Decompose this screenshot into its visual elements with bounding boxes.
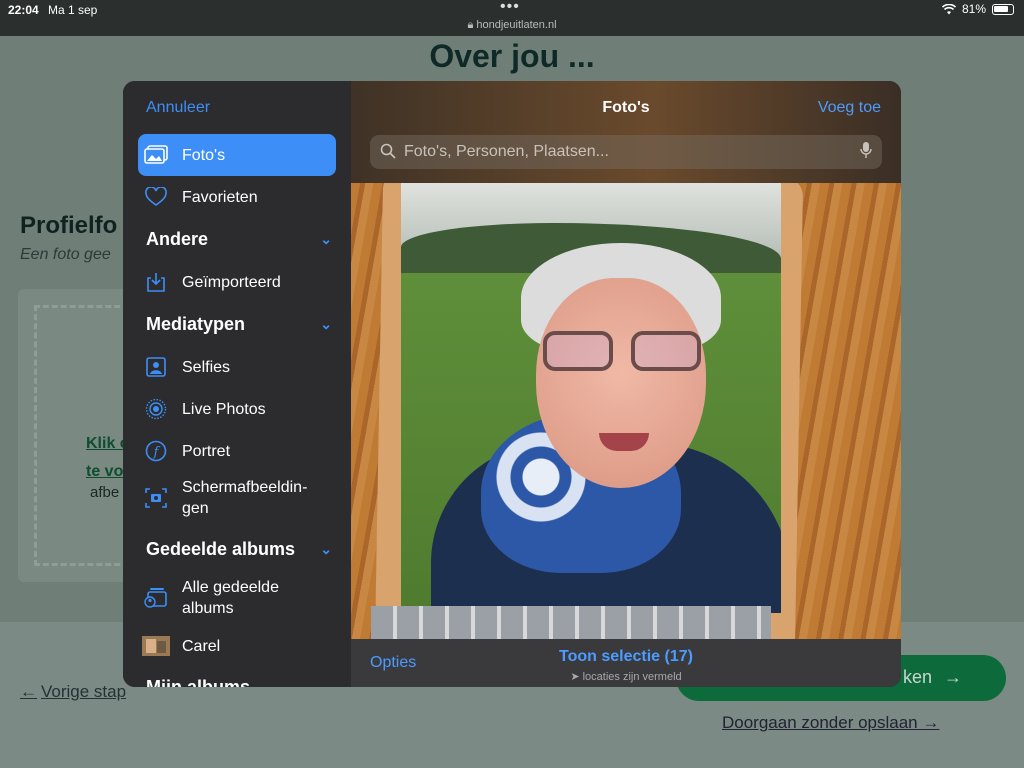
wifi-icon [941, 3, 956, 14]
phone-thumbnail-strip [371, 606, 771, 639]
sidebar-item-screenshots[interactable]: Schermafbeeldin- gen [138, 477, 336, 519]
sidebar-item-carel[interactable]: Carel [138, 625, 336, 667]
location-note: ➤ locaties zijn vermeld [570, 671, 682, 683]
sidebar-item-favorites[interactable]: Favorieten [138, 176, 336, 218]
svg-text:f: f [153, 445, 161, 460]
sidebar-item-live-photos[interactable]: Live Photos [138, 388, 336, 430]
section-shared-albums[interactable]: Gedeelde albums ⌄ [146, 539, 332, 560]
picker-bottom-bar: Opties Toon selectie (17) ➤ locaties zij… [351, 639, 901, 687]
selected-photo[interactable] [351, 183, 901, 639]
cancel-button[interactable]: Annuleer [146, 99, 210, 117]
album-thumbnail [138, 636, 174, 656]
arrow-right-icon: → [922, 713, 940, 732]
url-text: hondjeuitlaten.nl [476, 19, 557, 31]
live-photos-icon [138, 398, 174, 420]
screenshot-icon [138, 488, 174, 508]
status-bar: 22:04 Ma 1 sep ••• 🔒︎ hondjeuitlaten.nl … [0, 0, 1024, 36]
selfie-icon [138, 357, 174, 377]
sidebar-item-selfies[interactable]: Selfies [138, 346, 336, 388]
search-field[interactable]: Foto's, Personen, Plaatsen... [370, 135, 882, 169]
phone-screen-photo [401, 183, 781, 613]
microphone-icon[interactable] [860, 141, 872, 164]
sidebar-item-imported[interactable]: Geïmporteerd [138, 261, 336, 303]
add-button[interactable]: Voeg toe [818, 99, 881, 117]
profile-photo-subtitle: Een foto gee [20, 246, 111, 263]
sidebar-item-portrait[interactable]: f Portret [138, 430, 336, 472]
chevron-down-icon: ⌄ [320, 316, 332, 332]
picker-topbar: Foto's Voeg toe Foto's, Personen, Plaats… [351, 81, 901, 183]
save-button-label: ken [902, 667, 932, 687]
sidebar-item-photos[interactable]: Foto's [138, 134, 336, 176]
chevron-down-icon: ⌄ [320, 679, 332, 687]
arrow-left-icon: ← [20, 682, 37, 701]
search-icon [380, 143, 396, 162]
heart-icon [138, 187, 174, 207]
import-icon [138, 271, 174, 293]
picker-content: Foto's Voeg toe Foto's, Personen, Plaats… [351, 81, 901, 687]
search-placeholder: Foto's, Personen, Plaatsen... [404, 143, 609, 160]
lock-icon: 🔒︎ [467, 19, 474, 31]
profile-photo-title: Profielfo [20, 212, 118, 239]
chevron-down-icon: ⌄ [320, 541, 332, 557]
status-time: 22:04 [8, 3, 39, 17]
section-other[interactable]: Andere ⌄ [146, 229, 332, 250]
battery-icon [992, 3, 1014, 15]
show-selection-button[interactable]: Toon selectie (17) [351, 648, 901, 666]
photos-icon [138, 145, 174, 165]
address-bar[interactable]: 🔒︎ hondjeuitlaten.nl [0, 19, 1024, 32]
section-my-albums[interactable]: Mijn albums ⌄ [146, 677, 332, 687]
shared-albums-icon [138, 587, 174, 609]
status-right: 81% [941, 2, 1014, 16]
photo-picker: Annuleer Foto's Favorieten Andere ⌄ Geïmp… [123, 81, 901, 687]
sidebar-item-all-shared-albums[interactable]: Alle gedeelde albums [138, 577, 336, 619]
battery-percentage: 81% [961, 2, 986, 16]
previous-step-link[interactable]: ← Vorige stap [20, 682, 126, 702]
upload-hint: afbe [90, 484, 120, 501]
picker-sidebar: Annuleer Foto's Favorieten Andere ⌄ Geïmp… [123, 81, 351, 687]
dots-icon[interactable]: ••• [500, 0, 520, 16]
location-arrow-icon: ➤ [570, 671, 580, 683]
section-media-types[interactable]: Mediatypen ⌄ [146, 314, 332, 335]
status-date: Ma 1 sep [48, 3, 98, 17]
chevron-down-icon: ⌄ [320, 231, 332, 247]
portrait-icon: f [138, 440, 174, 462]
continue-without-saving-link[interactable]: Doorgaan zonder opslaan → [722, 713, 939, 733]
arrow-right-icon: → [944, 667, 962, 687]
page-heading: Over jou ... [429, 38, 595, 74]
